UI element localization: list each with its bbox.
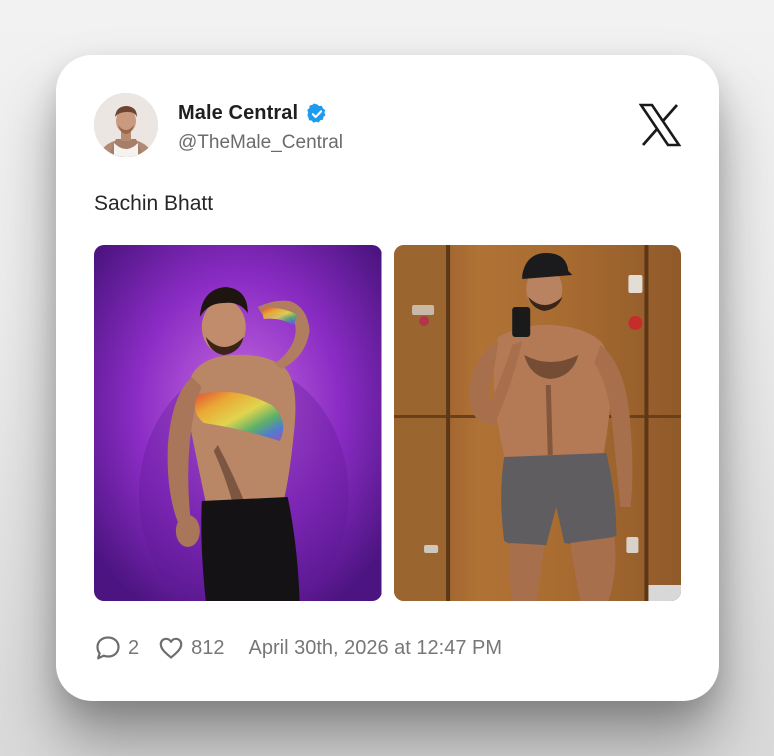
- like-count: 812: [191, 636, 225, 659]
- reply-button[interactable]: 2: [94, 634, 139, 662]
- x-logo-icon[interactable]: [639, 103, 681, 147]
- display-name[interactable]: Male Central: [178, 102, 298, 125]
- like-button[interactable]: 812: [157, 634, 225, 662]
- comment-icon: [94, 634, 122, 662]
- media-grid: [94, 245, 681, 601]
- heart-icon: [157, 634, 185, 662]
- tweet-footer: 2 812 April 30th, 2026 at 12:47 PM: [94, 634, 502, 662]
- photo-purple-background[interactable]: [94, 245, 382, 601]
- timestamp[interactable]: April 30th, 2026 at 12:47 PM: [249, 637, 503, 660]
- tweet-text: Sachin Bhatt: [94, 192, 214, 215]
- user-handle[interactable]: @TheMale_Central: [178, 132, 343, 154]
- avatar[interactable]: [94, 93, 158, 157]
- reply-count: 2: [128, 636, 140, 659]
- avatar-image: [94, 93, 158, 157]
- tweet-card: Male Central @TheMale_Central Sachin Bha…: [56, 55, 719, 701]
- photo-locker-mirror-selfie[interactable]: [393, 245, 681, 601]
- verified-badge-icon: [306, 103, 328, 125]
